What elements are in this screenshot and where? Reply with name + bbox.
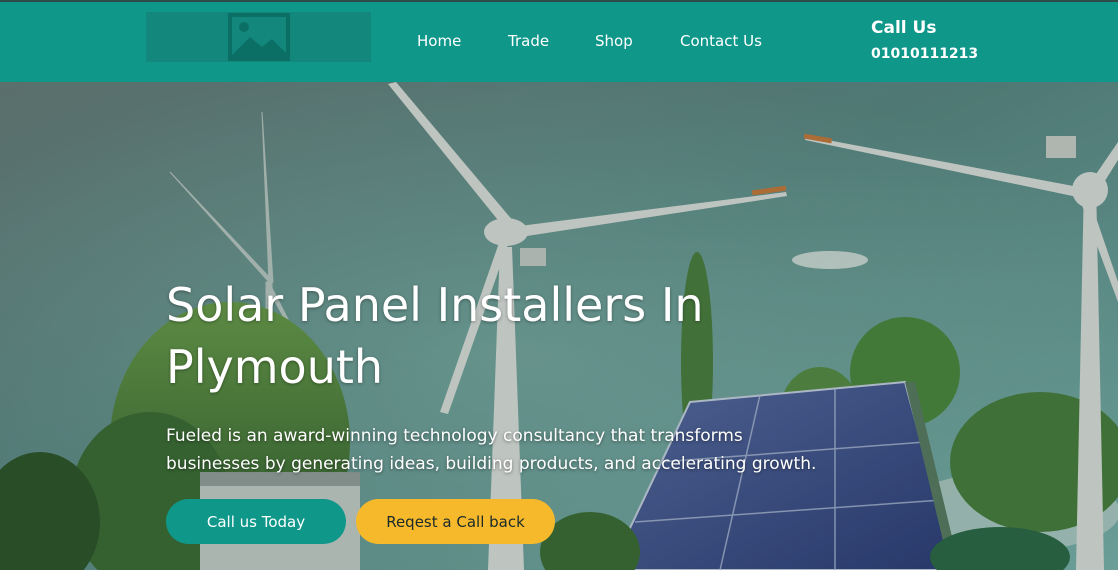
- call-us-label: Call Us: [871, 18, 937, 38]
- hero-title-line-1: Solar Panel Installers In: [166, 278, 704, 332]
- image-placeholder-icon: [228, 13, 290, 61]
- nav-contact-us[interactable]: Contact Us: [680, 32, 762, 50]
- call-us-today-button[interactable]: Call us Today: [166, 499, 346, 544]
- nav-trade[interactable]: Trade: [508, 32, 549, 50]
- hero-section: Solar Panel Installers In Plymouth Fuele…: [0, 82, 1118, 570]
- page: Home Trade Shop Contact Us Call Us 01010…: [0, 0, 1118, 570]
- hero-description: Fueled is an award-winning technology co…: [166, 422, 846, 478]
- nav-shop[interactable]: Shop: [595, 32, 633, 50]
- site-logo[interactable]: [146, 12, 371, 62]
- hero-description-line-1: Fueled is an award-winning technology co…: [166, 426, 743, 446]
- site-header: Home Trade Shop Contact Us Call Us 01010…: [0, 0, 1118, 82]
- hero-title-line-2: Plymouth: [166, 340, 384, 394]
- hero-description-line-2: businesses by generating ideas, building…: [166, 454, 817, 474]
- hero-title: Solar Panel Installers In Plymouth: [166, 274, 786, 398]
- request-call-back-button[interactable]: Reqest a Call back: [356, 499, 555, 544]
- call-us-phone[interactable]: 01010111213: [871, 46, 978, 62]
- nav-home[interactable]: Home: [417, 32, 461, 50]
